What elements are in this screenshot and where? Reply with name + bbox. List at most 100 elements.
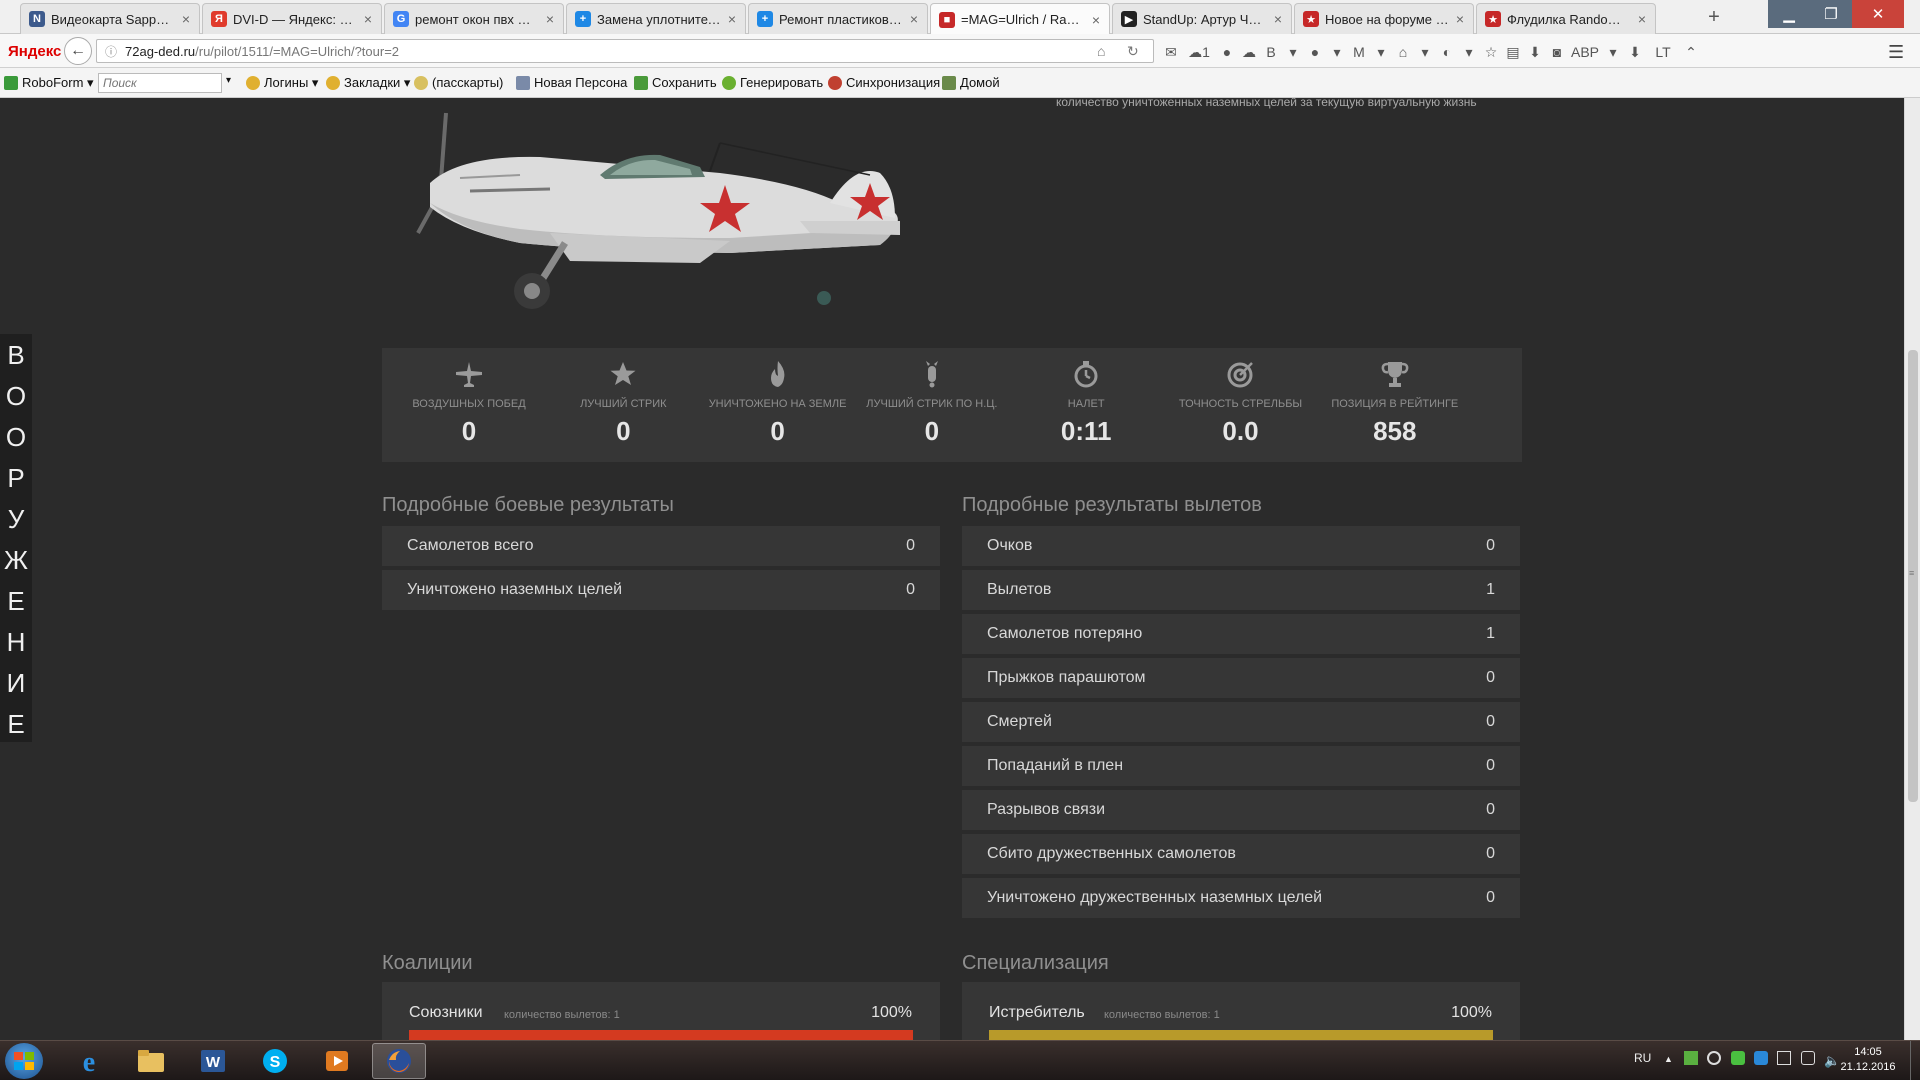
page-scrollbar[interactable]: ≡ [1904, 98, 1920, 1040]
toolbar-extension-icon[interactable]: ⬇ [1524, 42, 1546, 62]
tab-close-icon[interactable]: × [1453, 11, 1467, 27]
menu-icon[interactable]: ☰ [1888, 42, 1904, 63]
toolbar-extension-icon[interactable]: ◙ [1546, 42, 1568, 62]
tab-close-icon[interactable]: × [361, 11, 375, 27]
bookmark-save[interactable]: Сохранить [634, 75, 717, 90]
bookmark-logins[interactable]: Логины ▾ [246, 75, 318, 91]
firefox-taskbar[interactable] [372, 1043, 426, 1079]
site-info-icon[interactable]: ⓘ [105, 43, 117, 60]
tab-favicon-icon: Я [211, 11, 227, 27]
home-icon[interactable]: ⌂ [1097, 43, 1105, 59]
show-desktop-button[interactable] [1910, 1041, 1920, 1080]
bookmark-bookmarks[interactable]: Закладки ▾ [326, 75, 410, 91]
address-bar[interactable]: ⓘ 72ag-ded.ru/ru/pilot/1511/=MAG=Ulrich/… [96, 39, 1154, 63]
stat-label: Налет [1067, 398, 1105, 410]
tab-close-icon[interactable]: × [1271, 11, 1285, 27]
side-tab-letter: Е [7, 586, 25, 616]
minimize-button[interactable]: ▁ [1768, 0, 1810, 28]
media-player-taskbar[interactable] [310, 1043, 364, 1079]
browser-tab[interactable]: ■ =MAG=Ulrich / Rand... × [930, 3, 1110, 35]
table-row: Попаданий в плен 0 [962, 746, 1520, 786]
toolbar-extension-icon[interactable]: LT [1646, 42, 1680, 62]
browser-tab[interactable]: + Замена уплотнителя... × [566, 3, 746, 34]
maximize-button[interactable]: ❐ [1810, 0, 1852, 28]
row-value: 0 [1486, 889, 1495, 906]
toolbar-extension-icon[interactable]: ▾ [1370, 42, 1392, 62]
toolbar-extension-icon[interactable]: ▾ [1458, 42, 1480, 62]
search-dropdown-arrow[interactable]: ▾ [226, 75, 231, 86]
tab-title: Флудилка Random E... [1507, 11, 1631, 27]
toolbar-extension-icon[interactable]: ● [1304, 42, 1326, 62]
windows-logo-icon [14, 1052, 34, 1070]
bookmark-new-persona[interactable]: Новая Персона [516, 75, 627, 90]
network-icon[interactable] [1777, 1051, 1792, 1065]
bookmark-generate[interactable]: Генерировать [722, 75, 823, 90]
reload-icon[interactable]: ↻ [1127, 43, 1139, 60]
armament-side-tab[interactable]: ВООРУЖЕНИЕ [0, 334, 32, 742]
toolbar-extension-icon[interactable]: ▾ [1282, 42, 1304, 62]
bookmark-home[interactable]: Домой [942, 75, 1000, 90]
stat-item: Лучший стрик по н.ц. 0 [855, 348, 1009, 462]
toolbar-extension-icon[interactable]: ☁1 [1182, 42, 1216, 62]
skype-taskbar[interactable]: S [248, 1043, 302, 1079]
stat-value: 0 [616, 416, 631, 446]
toolbar-extension-icon[interactable]: ☁ [1238, 42, 1260, 62]
tray-app-icon[interactable] [1730, 1051, 1745, 1065]
tray-app-icon[interactable] [1684, 1051, 1698, 1065]
tab-favicon-icon: ▶ [1121, 11, 1137, 27]
tab-close-icon[interactable]: × [543, 11, 557, 27]
tab-close-icon[interactable]: × [1089, 12, 1103, 28]
yandex-logo[interactable]: Яндекс [8, 43, 61, 60]
bookmark-label: Синхронизация [846, 75, 941, 90]
tray-app-icon[interactable] [1754, 1051, 1769, 1065]
tray-app-icon[interactable] [1707, 1051, 1722, 1065]
toolbar-extension-icon[interactable]: ⌂ [1392, 42, 1414, 62]
roboform-search-input[interactable] [98, 73, 222, 93]
browser-tab[interactable]: N Видеокарта Sapphire... × [20, 3, 200, 34]
start-button[interactable] [5, 1043, 43, 1079]
toolbar-extension-icon[interactable]: ABP [1568, 42, 1602, 62]
toolbar-extension-icon[interactable]: ▾ [1326, 42, 1348, 62]
browser-tab[interactable]: Gремонт окон пвх ми... × [384, 3, 564, 34]
tab-close-icon[interactable]: × [1635, 11, 1649, 27]
media-player-icon [326, 1051, 348, 1071]
toolbar-extension-icon[interactable]: ☆ [1480, 42, 1502, 62]
word-taskbar[interactable]: W [186, 1043, 240, 1079]
browser-tab[interactable]: ▶ StandUp: Артур Чап... × [1112, 3, 1292, 34]
toolbar-extension-icon[interactable]: ✉ [1160, 42, 1182, 62]
explorer-taskbar[interactable] [124, 1043, 178, 1079]
close-window-button[interactable]: ✕ [1852, 0, 1904, 28]
tab-close-icon[interactable]: × [907, 11, 921, 27]
toolbar-extension-icon[interactable]: B [1260, 42, 1282, 62]
star-icon [326, 76, 340, 90]
toolbar-extension-icon[interactable]: M [1348, 42, 1370, 62]
browser-tab[interactable]: ★ Новое на форуме - ... × [1294, 3, 1474, 34]
back-button[interactable]: ← [64, 37, 92, 65]
toolbar-extension-icon[interactable]: ⌃ [1680, 42, 1702, 62]
system-clock[interactable]: 14:05 21.12.2016 [1836, 1045, 1900, 1075]
roboform-menu[interactable]: RoboForm ▾ [4, 75, 94, 91]
toolbar-extension-icon[interactable]: ▤ [1502, 42, 1524, 62]
tray-icons: 🔈 [1684, 1051, 1840, 1069]
toolbar-extension-icon[interactable]: ⬇ [1624, 42, 1646, 62]
toolbar-extension-icon[interactable]: ▾ [1414, 42, 1436, 62]
scroll-grip-icon: ≡ [1909, 568, 1915, 578]
toolbar-extension-icon[interactable]: ● [1216, 42, 1238, 62]
language-indicator[interactable]: RU [1634, 1051, 1651, 1065]
new-tab-button[interactable]: + [1702, 6, 1726, 29]
toolbar-extension-icon[interactable]: ▾ [1602, 42, 1624, 62]
tab-close-icon[interactable]: × [725, 11, 739, 27]
bookmark-sync[interactable]: Синхронизация [828, 75, 940, 90]
bookmark-label: Новая Персона [534, 75, 628, 90]
usb-icon[interactable] [1800, 1051, 1815, 1065]
internet-explorer-taskbar[interactable]: e [62, 1043, 116, 1079]
show-hidden-icons-button[interactable]: ▲ [1664, 1054, 1673, 1064]
toolbar-extension-icon[interactable]: ◐ [1436, 42, 1458, 62]
browser-tab[interactable]: + Ремонт пластиковых... × [748, 3, 928, 34]
browser-tab[interactable]: ★ Флудилка Random E... × [1476, 3, 1656, 34]
bookmark-passcards[interactable]: (пасскарты) [414, 75, 503, 90]
browser-tab[interactable]: Я DVI-D — Яндекс: на... × [202, 3, 382, 34]
stat-label: Лучший стрик [580, 398, 667, 410]
bookmark-label: (пасскарты) [432, 75, 504, 90]
tab-close-icon[interactable]: × [179, 11, 193, 27]
